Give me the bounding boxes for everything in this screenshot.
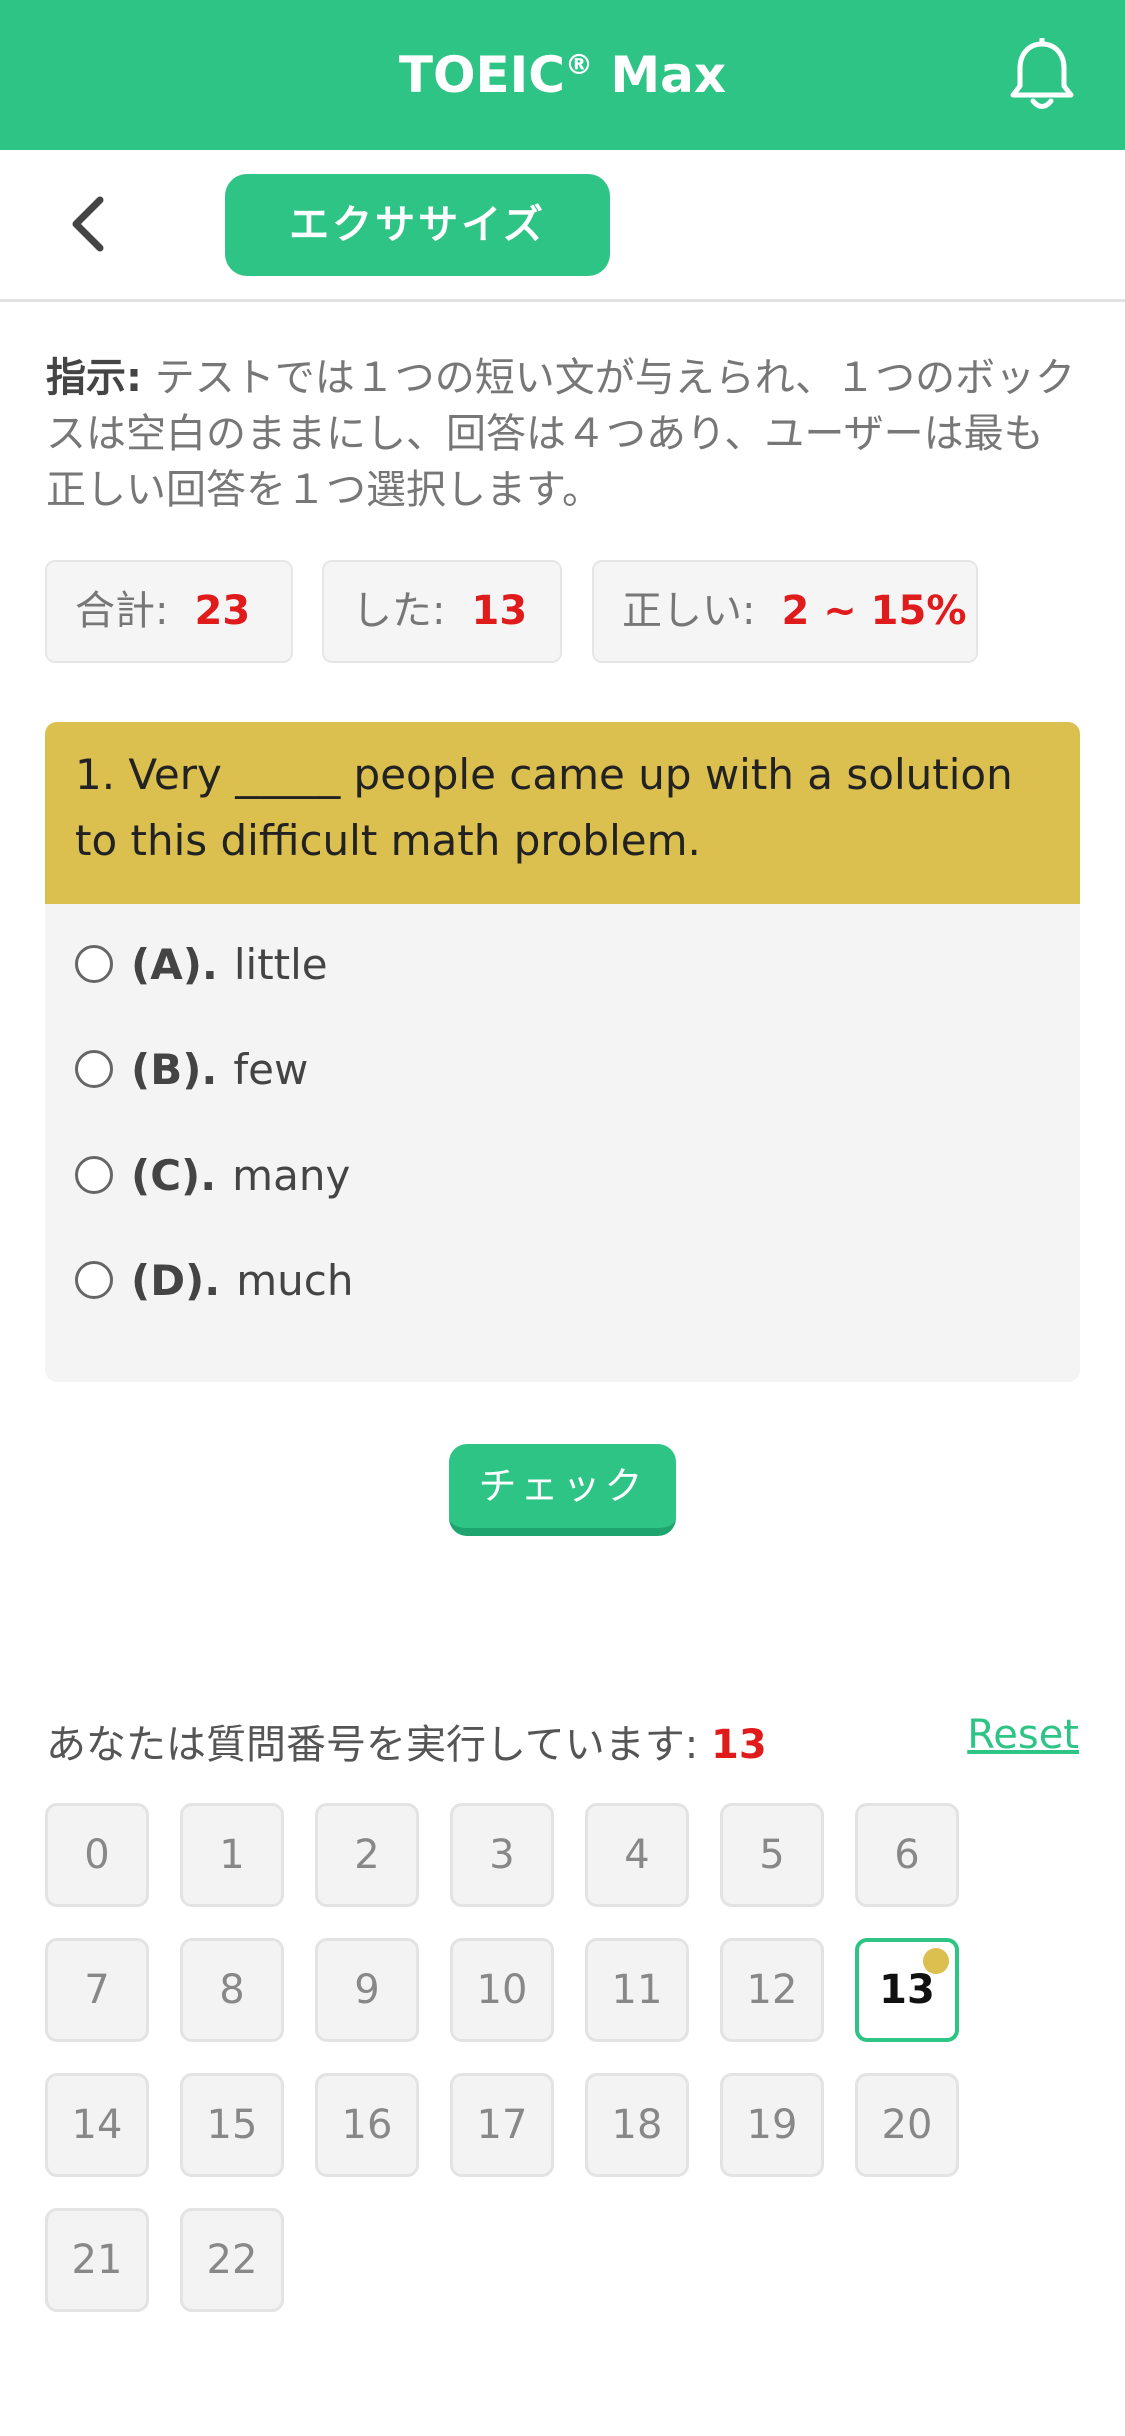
radio-icon[interactable]: [75, 1050, 113, 1088]
stat-correct: 正しい: 2 ~ 15%: [592, 560, 978, 663]
question-number-label: 2: [354, 1832, 380, 1878]
app-header: TOEIC® Max: [0, 0, 1125, 150]
stat-correct-label: 正しい:: [622, 588, 756, 634]
question-number-19[interactable]: 19: [720, 2073, 824, 2177]
stat-correct-value: 2 ~ 15%: [781, 588, 967, 634]
stat-done-value: 13: [471, 588, 528, 634]
question-number-label: 13: [879, 1967, 935, 2013]
question-number-label: 22: [206, 2237, 258, 2283]
question-number-label: 7: [84, 1967, 110, 2013]
radio-icon[interactable]: [75, 1261, 113, 1299]
question-number-label: 0: [84, 1832, 110, 1878]
option-letter: (A).: [131, 939, 218, 989]
question-number-18[interactable]: 18: [585, 2073, 689, 2177]
option-a[interactable]: (A). little: [75, 929, 328, 999]
app-title-registered: ®: [564, 48, 593, 81]
option-d[interactable]: (D). much: [75, 1245, 353, 1315]
current-dot-icon: [923, 1948, 949, 1974]
question-number-label: 21: [71, 2237, 123, 2283]
chevron-left-icon[interactable]: [58, 192, 122, 256]
radio-icon[interactable]: [75, 1156, 113, 1194]
question-number-8[interactable]: 8: [180, 1938, 284, 2042]
stat-total: 合計: 23: [45, 560, 293, 663]
option-c[interactable]: (C). many: [75, 1140, 350, 1210]
option-text: many: [232, 1150, 351, 1200]
stat-done: した: 13: [322, 560, 562, 663]
instruction-body: テストでは１つの短い文が与えられ、１つのボックスは空白のままにし、回答は４つあり…: [46, 355, 1076, 513]
question-number-label: 19: [746, 2102, 798, 2148]
stat-done-label: した:: [352, 588, 446, 634]
question-number-label: 10: [476, 1967, 528, 2013]
question-number-9[interactable]: 9: [315, 1938, 419, 2042]
option-letter: (B).: [131, 1044, 218, 1094]
question-number-label: 1: [219, 1832, 245, 1878]
question-number-label: 11: [611, 1967, 663, 2013]
question-number-label: 18: [611, 2102, 663, 2148]
progress-text: あなたは質問番号を実行しています: 13: [46, 1712, 767, 1770]
question-card: 1. Very _____ people came up with a solu…: [45, 722, 1080, 1382]
instruction-label: 指示:: [46, 355, 142, 401]
progress-current: 13: [711, 1722, 767, 1768]
question-number-label: 20: [881, 2102, 933, 2148]
tab-exercise[interactable]: エクササイズ: [225, 174, 610, 276]
bell-icon[interactable]: [1007, 38, 1077, 114]
stat-total-label: 合計:: [75, 588, 169, 634]
check-button[interactable]: チェック: [449, 1444, 676, 1536]
radio-icon[interactable]: [75, 945, 113, 983]
question-number-14[interactable]: 14: [45, 2073, 149, 2177]
question-number-7[interactable]: 7: [45, 1938, 149, 2042]
question-number-17[interactable]: 17: [450, 2073, 554, 2177]
option-text: much: [236, 1255, 354, 1305]
question-number-label: 3: [489, 1832, 515, 1878]
sub-toolbar: エクササイズ: [0, 150, 1125, 302]
question-number-label: 8: [219, 1967, 245, 2013]
progress-label: あなたは質問番号を実行しています:: [46, 1722, 711, 1768]
question-number-4[interactable]: 4: [585, 1803, 689, 1907]
question-number-16[interactable]: 16: [315, 2073, 419, 2177]
option-letter: (D).: [131, 1255, 221, 1305]
reset-link[interactable]: Reset: [967, 1712, 1079, 1758]
option-b[interactable]: (B). few: [75, 1034, 308, 1104]
question-number-15[interactable]: 15: [180, 2073, 284, 2177]
question-number-5[interactable]: 5: [720, 1803, 824, 1907]
question-number-label: 16: [341, 2102, 393, 2148]
question-number-label: 9: [354, 1967, 380, 2013]
option-text: little: [233, 939, 328, 989]
app-title-main: TOEIC: [398, 46, 565, 104]
option-letter: (C).: [131, 1150, 217, 1200]
question-number-21[interactable]: 21: [45, 2208, 149, 2312]
question-number-label: 14: [71, 2102, 123, 2148]
question-number-label: 15: [206, 2102, 258, 2148]
question-number-12[interactable]: 12: [720, 1938, 824, 2042]
question-text: 1. Very _____ people came up with a solu…: [45, 722, 1080, 904]
question-number-3[interactable]: 3: [450, 1803, 554, 1907]
question-number-1[interactable]: 1: [180, 1803, 284, 1907]
question-number-22[interactable]: 22: [180, 2208, 284, 2312]
option-text: few: [233, 1044, 309, 1094]
question-number-10[interactable]: 10: [450, 1938, 554, 2042]
question-number-2[interactable]: 2: [315, 1803, 419, 1907]
question-number-11[interactable]: 11: [585, 1938, 689, 2042]
question-number-label: 6: [894, 1832, 920, 1878]
question-number-0[interactable]: 0: [45, 1803, 149, 1907]
question-number-label: 17: [476, 2102, 528, 2148]
stat-total-value: 23: [194, 588, 251, 634]
question-number-label: 12: [746, 1967, 798, 2013]
question-number-20[interactable]: 20: [855, 2073, 959, 2177]
question-number-label: 5: [759, 1832, 785, 1878]
app-title-suffix: Max: [592, 46, 727, 104]
instruction-text: 指示: テストでは１つの短い文が与えられ、１つのボックスは空白のままにし、回答は…: [46, 350, 1076, 518]
question-number-6[interactable]: 6: [855, 1803, 959, 1907]
app-title: TOEIC® Max: [0, 0, 1125, 150]
question-number-13[interactable]: 13: [855, 1938, 959, 2042]
question-number-label: 4: [624, 1832, 650, 1878]
